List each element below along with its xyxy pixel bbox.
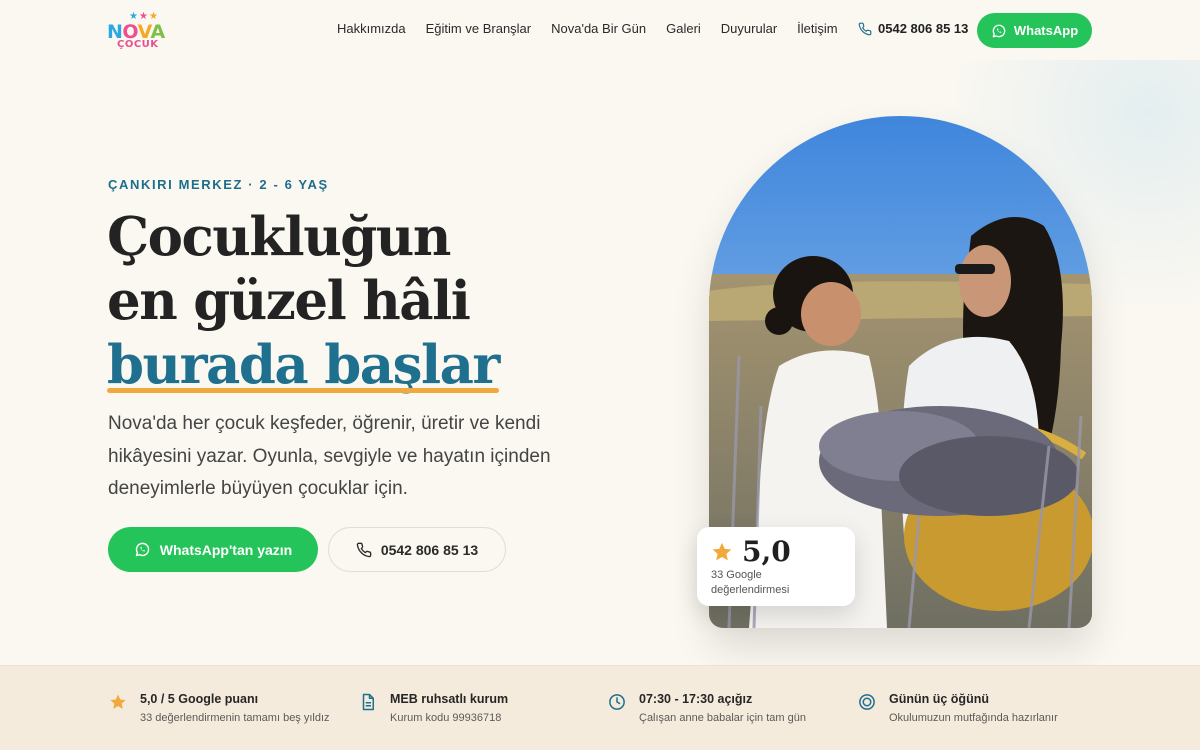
feature-subtitle: Okulumuzun mutfağında hazırlanır bbox=[889, 712, 1058, 724]
feature-title: 5,0 / 5 Google puanı bbox=[140, 692, 259, 706]
whatsapp-icon bbox=[135, 542, 149, 557]
header-whatsapp-button[interactable]: WhatsApp bbox=[977, 13, 1092, 48]
feature-title: Günün üç öğünü bbox=[889, 692, 989, 706]
whatsapp-cta-label: WhatsApp'tan yazın bbox=[159, 541, 293, 558]
nav-item-day-at-nova[interactable]: Nova'da Bir Gün bbox=[551, 21, 646, 36]
feature-subtitle: 33 değerlendirmenin tamamı beş yıldız bbox=[140, 712, 330, 724]
rating-score: 5,0 bbox=[742, 535, 791, 568]
clock-icon bbox=[609, 694, 625, 710]
rating-score-row: 5,0 bbox=[711, 535, 791, 568]
nova-cocuk-logo[interactable]: ★★★ NOVA ÇOCUK bbox=[107, 11, 167, 51]
nav-item-announcements[interactable]: Duyurular bbox=[721, 21, 777, 36]
feature-subtitle: Kurum kodu 99936718 bbox=[390, 712, 502, 724]
main-nav: Hakkımızda Eğitim ve Branşlar Nova'da Bi… bbox=[337, 21, 858, 36]
whatsapp-icon bbox=[992, 24, 1006, 37]
feature-meb-license: MEB ruhsatlı kurum Kurum kodu 99936718 bbox=[359, 692, 508, 724]
headline-accent: burada başlar bbox=[107, 334, 500, 396]
logo-subword: ÇOCUK bbox=[117, 39, 159, 50]
feature-bar: 5,0 / 5 Google puanı 33 değerlendirmenin… bbox=[0, 665, 1200, 750]
nav-item-gallery[interactable]: Galeri bbox=[666, 21, 701, 36]
nav-item-contact[interactable]: İletişim bbox=[797, 21, 837, 36]
feature-opening-hours: 07:30 - 17:30 açığız Çalışan anne babala… bbox=[608, 692, 806, 724]
feature-subtitle: Çalışan anne babalar için tam gün bbox=[639, 712, 806, 724]
feature-title: MEB ruhsatlı kurum bbox=[390, 692, 509, 706]
header-phone-number: 0542 806 85 13 bbox=[878, 21, 969, 36]
hero-eyebrow: ÇANKIRI MERKEZ · 2 - 6 YAŞ bbox=[108, 177, 329, 192]
header-whatsapp-label: WhatsApp bbox=[1013, 23, 1079, 38]
rating-caption: 33 Google değerlendirmesi bbox=[711, 569, 790, 596]
document-icon bbox=[362, 693, 374, 711]
star-icon bbox=[110, 694, 126, 709]
plate-icon bbox=[859, 694, 875, 710]
feature-google-rating: 5,0 / 5 Google puanı 33 değerlendirmenin… bbox=[109, 692, 330, 724]
phone-cta-button[interactable]: 0542 806 85 13 bbox=[328, 527, 506, 572]
feature-title: 07:30 - 17:30 açığız bbox=[639, 692, 753, 706]
phone-icon bbox=[858, 22, 872, 35]
header-phone-link[interactable]: 0542 806 85 13 bbox=[858, 21, 968, 36]
hero-lede: Nova'da her çocuk keşfeder, öğrenir, üre… bbox=[108, 413, 551, 499]
nav-item-about[interactable]: Hakkımızda bbox=[337, 21, 406, 36]
star-icon bbox=[712, 542, 732, 560]
google-rating-card: 5,0 33 Google değerlendirmesi bbox=[697, 527, 855, 606]
site-header: ★★★ NOVA ÇOCUK Hakkımızda Eğitim ve Bran… bbox=[0, 0, 1200, 62]
nav-item-education[interactable]: Eğitim ve Branşlar bbox=[426, 21, 531, 36]
phone-icon bbox=[356, 542, 372, 557]
whatsapp-cta-button[interactable]: WhatsApp'tan yazın bbox=[108, 527, 318, 572]
feature-meals: Günün üç öğünü Okulumuzun mutfağında haz… bbox=[858, 692, 1058, 724]
hero-headline: Çocukluğun en güzel hâli burada başlar bbox=[107, 205, 500, 397]
headline-line-1: Çocukluğun bbox=[107, 206, 451, 268]
phone-cta-label: 0542 806 85 13 bbox=[380, 541, 479, 558]
headline-line-2: en güzel hâli bbox=[107, 270, 471, 332]
